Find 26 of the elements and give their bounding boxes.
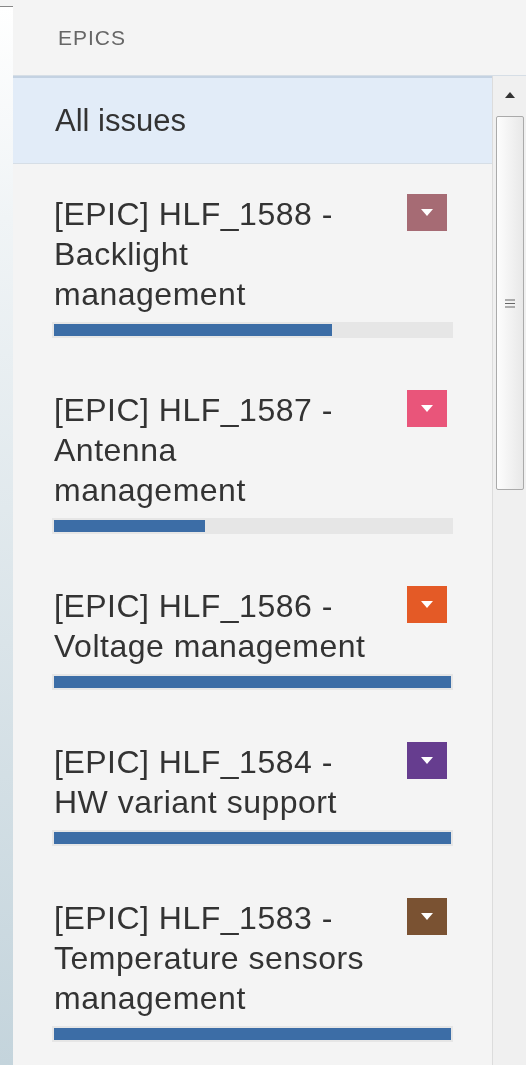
scrollbar-thumb[interactable] bbox=[496, 116, 524, 490]
caret-icon bbox=[421, 209, 433, 216]
epic-item[interactable]: [EPIC] HLF_1583 - Temperature sensors management bbox=[13, 868, 492, 1064]
epic-item[interactable]: [EPIC] HLF_1588 - Backlight management bbox=[13, 164, 492, 360]
caret-icon bbox=[421, 757, 433, 764]
epic-title: [EPIC] HLF_1586 - Voltage management bbox=[54, 587, 367, 666]
all-issues-item[interactable]: All issues bbox=[13, 76, 492, 164]
panel-title: EPICS bbox=[58, 25, 127, 50]
scroll-up-icon[interactable] bbox=[505, 92, 515, 98]
epic-menu-button[interactable] bbox=[407, 586, 447, 623]
grip-icon bbox=[505, 298, 515, 308]
epic-menu-button[interactable] bbox=[407, 898, 447, 935]
epic-title: [EPIC] HLF_1583 - Temperature sensors management bbox=[54, 899, 366, 1018]
caret-icon bbox=[421, 405, 433, 412]
scrollbar[interactable] bbox=[492, 76, 526, 1065]
epic-menu-button[interactable] bbox=[407, 390, 447, 427]
caret-icon bbox=[421, 601, 433, 608]
epic-title: [EPIC] HLF_1587 - Antenna management bbox=[54, 391, 334, 510]
epic-menu-button[interactable] bbox=[407, 742, 447, 779]
epic-menu-button[interactable] bbox=[407, 194, 447, 231]
epic-item[interactable]: [EPIC] HLF_1587 - Antenna management bbox=[13, 360, 492, 556]
caret-icon bbox=[421, 913, 433, 920]
epic-title: [EPIC] HLF_1584 - HW variant support bbox=[54, 743, 338, 822]
epic-title: [EPIC] HLF_1588 - Backlight management bbox=[54, 195, 334, 314]
epic-item[interactable]: [EPIC] HLF_1584 - HW variant support bbox=[13, 712, 492, 868]
epic-item[interactable]: [EPIC] HLF_1586 - Voltage management bbox=[13, 556, 492, 712]
